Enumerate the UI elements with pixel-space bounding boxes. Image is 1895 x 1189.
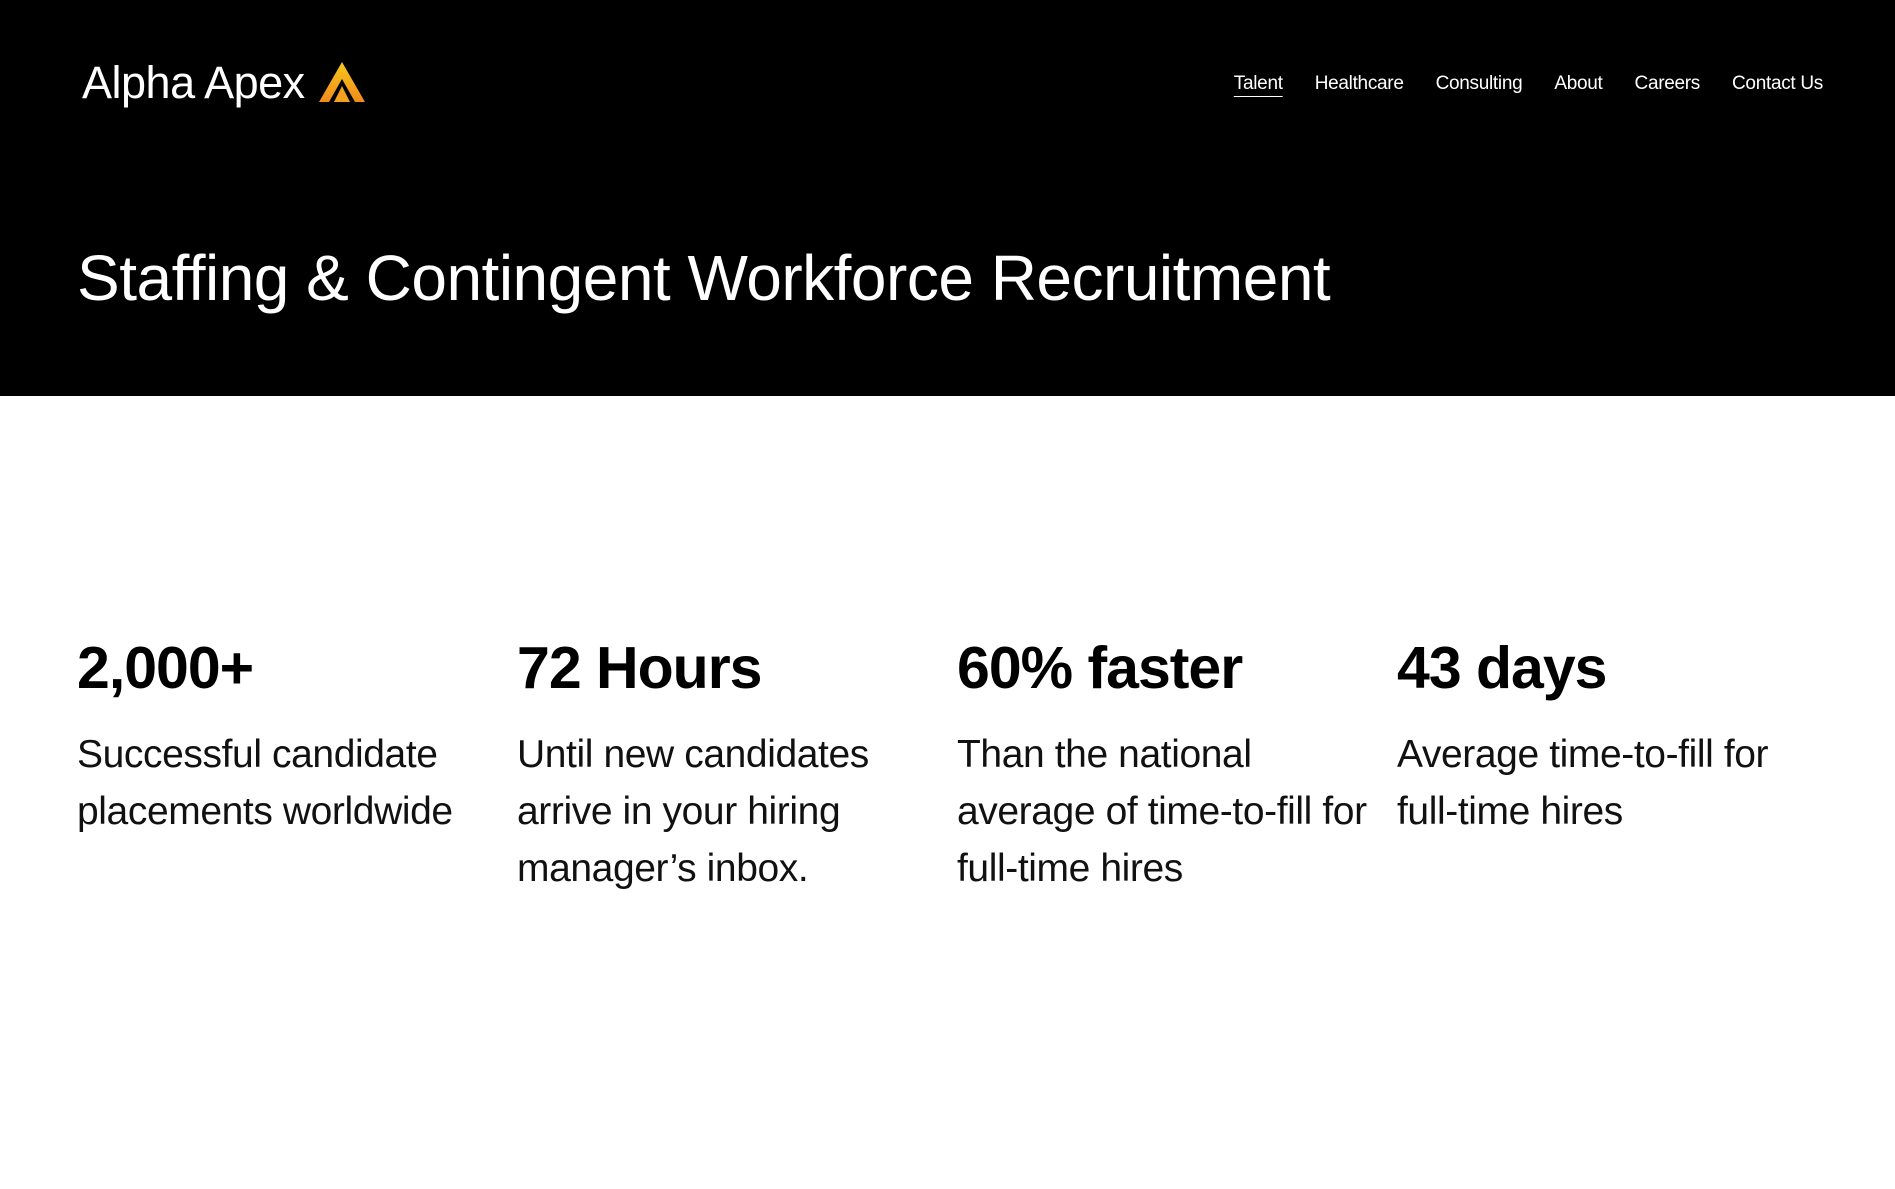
nav-item-contact-us[interactable]: Contact Us (1732, 70, 1823, 98)
hero-header: Alpha Apex Talent Healthcare Consulting … (0, 0, 1895, 396)
stat-value: 72 Hours (517, 635, 762, 701)
stat-item-turnaround: 72 Hours Until new candidates arrive in … (517, 628, 957, 897)
nav-item-about[interactable]: About (1554, 70, 1602, 98)
stat-item-placements: 2,000+ Successful candidate placements w… (77, 628, 517, 897)
stat-description: Until new candidates arrive in your hiri… (517, 733, 869, 890)
stat-item-speed: 60% faster Than the national average of … (957, 628, 1397, 897)
nav-item-healthcare[interactable]: Healthcare (1315, 70, 1404, 98)
logo-text: Alpha Apex (82, 56, 305, 108)
nav-item-careers[interactable]: Careers (1635, 70, 1701, 98)
stat-value: 2,000+ (77, 635, 254, 701)
stats-section: 2,000+ Successful candidate placements w… (77, 628, 1837, 897)
nav-item-talent[interactable]: Talent (1234, 70, 1283, 98)
chevron-a-logo-icon (318, 62, 365, 102)
stat-value: 60% faster (957, 635, 1243, 701)
stat-description: Than the national average of time-to-fil… (957, 733, 1367, 890)
stat-description: Average time-to-fill for full-time hires (1397, 733, 1769, 833)
page-title: Staffing & Contingent Workforce Recruitm… (77, 242, 1331, 314)
nav-item-consulting[interactable]: Consulting (1436, 70, 1523, 98)
stat-description: Successful candidate placements worldwid… (77, 733, 453, 833)
stat-value: 43 days (1397, 635, 1608, 701)
main-nav: Talent Healthcare Consulting About Caree… (1202, 70, 1824, 98)
logo-link[interactable]: Alpha Apex (82, 54, 365, 110)
stat-item-time-to-fill: 43 days Average time-to-fill for full-ti… (1397, 628, 1837, 897)
page: Alpha Apex Talent Healthcare Consulting … (0, 0, 1895, 1189)
